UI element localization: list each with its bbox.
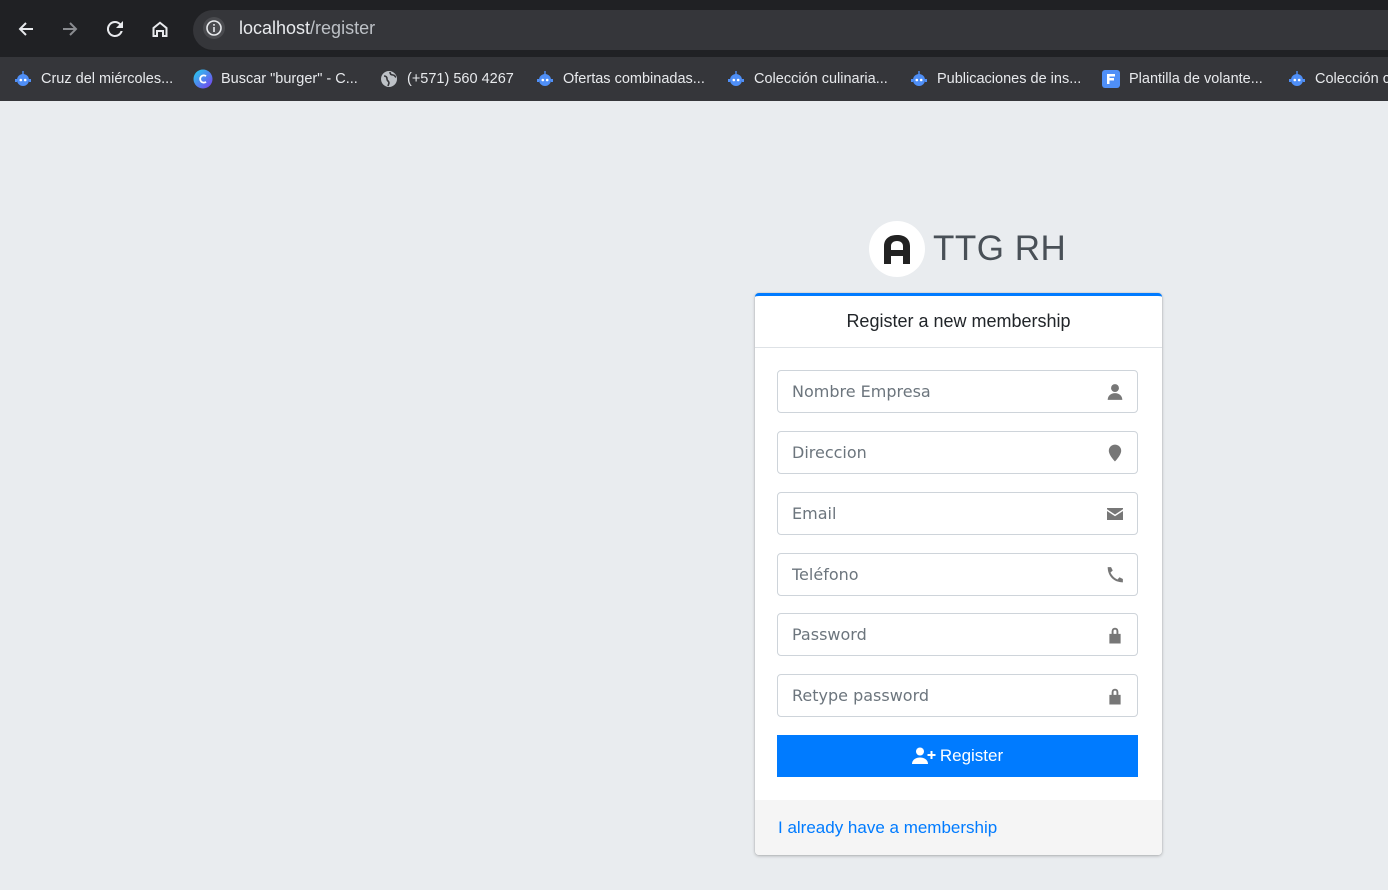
phone-input[interactable] xyxy=(778,554,1093,595)
bookmark-item[interactable]: Buscar "burger" - C... xyxy=(193,66,358,92)
forms-icon xyxy=(1101,69,1121,89)
lock-icon xyxy=(1093,675,1137,716)
user-icon xyxy=(1093,371,1137,412)
bookmarks-bar: Cruz del miércoles... Buscar "burger" - … xyxy=(0,57,1388,101)
card-title: Register a new membership xyxy=(755,296,1162,348)
bookmark-item[interactable]: Publicaciones de ins... xyxy=(909,66,1081,92)
brand-name: TTG RH xyxy=(933,229,1067,268)
bookmark-label: (+571) 560 4267 xyxy=(407,71,514,87)
arrow-left-icon xyxy=(18,22,33,36)
card-footer: I already have a membership xyxy=(755,800,1162,855)
bookmark-label: Colección culinaria... xyxy=(754,71,888,87)
bookmark-item[interactable]: Ofertas combinadas... xyxy=(535,66,705,92)
bookmark-label: Publicaciones de ins... xyxy=(937,71,1082,87)
bookmark-item[interactable]: Plantilla de volante... xyxy=(1101,66,1263,92)
robot-icon xyxy=(535,69,555,89)
envelope-icon xyxy=(1093,493,1137,534)
browser-toolbar: localhost/register xyxy=(0,0,1388,57)
phone-group xyxy=(777,553,1138,596)
robot-icon xyxy=(1287,69,1307,89)
bookmark-label: Cruz del miércoles... xyxy=(41,71,174,87)
email-group xyxy=(777,492,1138,535)
company-name-group xyxy=(777,370,1138,413)
globe-icon xyxy=(379,69,399,89)
user-plus-icon xyxy=(911,747,936,764)
site-info-icon[interactable] xyxy=(203,17,225,39)
bookmark-item[interactable]: Colección culinaria... xyxy=(726,66,888,92)
bookmark-label: Ofertas combinadas... xyxy=(563,71,705,87)
home-icon xyxy=(152,21,168,37)
robot-icon xyxy=(13,69,33,89)
url-text[interactable]: localhost/register xyxy=(239,18,375,39)
bookmark-label: Colección c xyxy=(1315,71,1388,87)
url-path: /register xyxy=(310,18,376,38)
bookmark-item[interactable]: (+571) 560 4267 xyxy=(379,66,514,92)
email-input[interactable] xyxy=(778,493,1093,534)
back-button[interactable] xyxy=(11,14,41,44)
bookmark-label: Plantilla de volante... xyxy=(1129,71,1263,87)
address-group xyxy=(777,431,1138,474)
register-card: Register a new membership Nombre Empresa… xyxy=(755,293,1162,855)
address-input[interactable] xyxy=(778,432,1093,473)
map-marker-icon xyxy=(1093,432,1137,473)
reload-button[interactable] xyxy=(100,14,130,44)
register-form: Register xyxy=(755,348,1162,800)
bookmark-label: Buscar "burger" - C... xyxy=(221,71,358,87)
password-input[interactable] xyxy=(778,614,1093,655)
brand-logo-icon xyxy=(869,221,925,277)
password-group xyxy=(777,613,1138,656)
register-button-label: Register xyxy=(939,746,1004,765)
robot-icon xyxy=(726,69,746,89)
canva-icon xyxy=(193,69,213,89)
url-host: localhost xyxy=(239,18,311,38)
brand-logo[interactable]: TTG RH xyxy=(869,221,1066,277)
reload-icon xyxy=(106,20,123,37)
retype-password-input[interactable] xyxy=(778,675,1093,716)
retype-password-group xyxy=(777,674,1138,717)
robot-icon xyxy=(909,69,929,89)
arrow-right-icon xyxy=(63,22,78,36)
lock-icon xyxy=(1093,614,1137,655)
company-name-input[interactable] xyxy=(778,371,1093,412)
home-button[interactable] xyxy=(145,14,175,44)
phone-icon xyxy=(1093,554,1137,595)
forward-button[interactable] xyxy=(55,14,85,44)
bookmark-item[interactable]: Cruz del miércoles... xyxy=(13,66,173,92)
login-link[interactable]: I already have a membership xyxy=(778,818,997,838)
bookmark-item[interactable]: Colección c xyxy=(1287,66,1388,92)
register-button[interactable]: Register xyxy=(777,735,1138,777)
